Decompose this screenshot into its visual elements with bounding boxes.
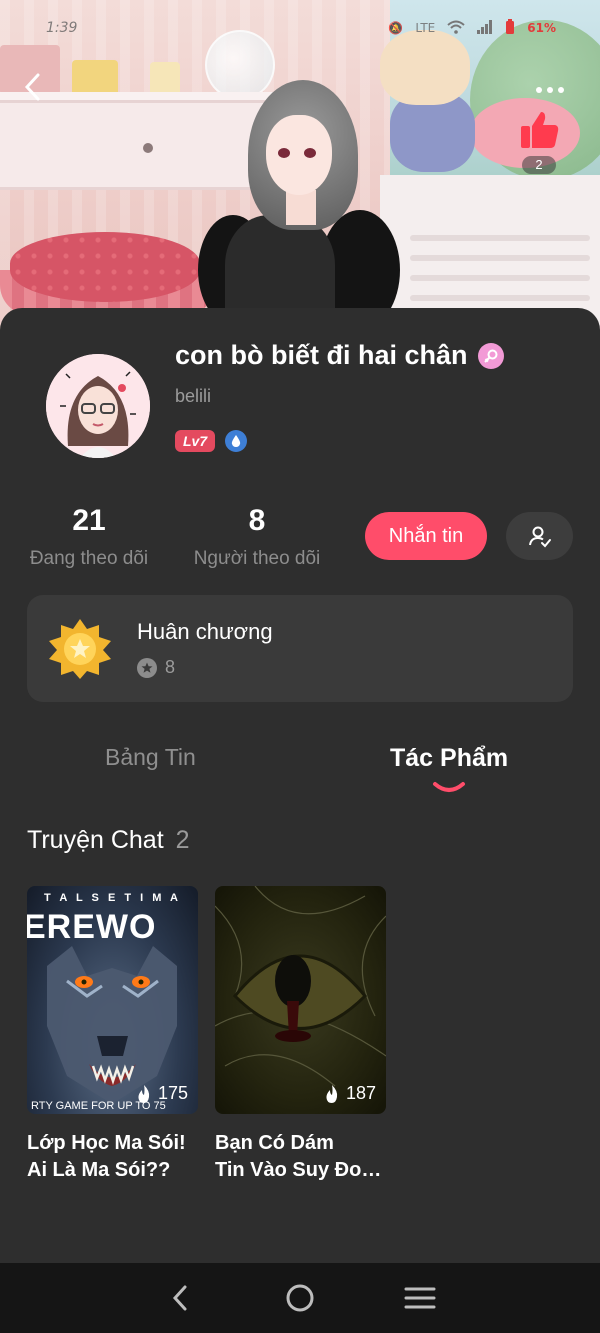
story-cover-image: T A L S E T I M A EREWO RTY GAME FOR UP … (27, 886, 198, 1114)
followers-count: 8 (248, 504, 266, 537)
section-title: Truyện Chat 2 (27, 826, 190, 855)
character-neck (286, 190, 316, 225)
system-navigation-bar (0, 1263, 600, 1333)
profile-name-text: con bò biết đi hai chân (175, 340, 468, 370)
chevron-left-icon (24, 73, 40, 101)
medal-count-row: 8 (137, 657, 175, 678)
section-title-text: Truyện Chat (27, 826, 164, 854)
system-home-button[interactable] (275, 1273, 325, 1323)
water-drop-badge-icon[interactable] (225, 430, 248, 452)
network-type: LTE (415, 21, 436, 35)
character-eye-left (278, 148, 290, 158)
more-dot-icon (536, 87, 542, 93)
medal-title: Huân chương (137, 619, 273, 644)
character-eye-right (304, 148, 316, 158)
eye-illustration (215, 886, 386, 1087)
status-icons: 🔕 LTE 61% (388, 14, 556, 42)
profile-name: con bò biết đi hai chân (175, 340, 504, 371)
user-check-icon (528, 526, 551, 548)
back-button[interactable] (22, 72, 58, 112)
following-count: 21 (72, 504, 106, 537)
thumbs-up-icon (521, 112, 559, 148)
story-title-line1: Lớp Học Ma Sói! (27, 1132, 186, 1154)
message-button[interactable]: Nhắn tin (365, 512, 487, 560)
medal-card[interactable]: Huân chương 8 (27, 595, 573, 702)
tab-works[interactable]: Tác Phẩm (390, 744, 508, 773)
fire-icon (138, 1084, 150, 1103)
like-count: 2 (522, 156, 556, 174)
avatar-portrait (46, 354, 150, 458)
story-title-line1: Bạn Có Dám (215, 1132, 334, 1154)
profile-cover-image: 1:39 🔕 LTE 61% 2 (0, 0, 600, 340)
profile-handle: belili (175, 386, 212, 406)
dresser (0, 100, 270, 190)
star-icon (137, 657, 157, 678)
wolf-illustration (47, 946, 177, 1104)
view-count: 175 (136, 1083, 188, 1104)
signal-icon (477, 19, 493, 37)
female-gender-icon (477, 342, 504, 369)
follow-button[interactable] (506, 512, 573, 560)
home-circle-icon (286, 1284, 314, 1312)
story-title: Bạn Có Dám Tin Vào Suy Đo… (215, 1130, 390, 1184)
story-title: Lớp Học Ma Sói! Ai Là Ma Sói?? (27, 1130, 202, 1184)
back-arrow-icon (172, 1285, 187, 1311)
level-badge[interactable]: Lv7 (175, 430, 216, 452)
story-title-line2: Tin Vào Suy Đo… (215, 1159, 382, 1181)
avatar[interactable] (46, 354, 150, 458)
status-time: 1:39 (46, 20, 78, 36)
view-count-value: 175 (157, 1083, 188, 1103)
system-back-button[interactable] (155, 1273, 205, 1323)
menu-lines-icon (404, 1287, 436, 1309)
view-count-value: 187 (345, 1083, 376, 1103)
mute-icon: 🔕 (388, 21, 404, 35)
story-card[interactable]: T A L S E T I M A EREWO RTY GAME FOR UP … (27, 886, 198, 1184)
fire-icon (326, 1084, 338, 1103)
glass-vase (205, 30, 275, 100)
more-options-button[interactable] (530, 78, 570, 102)
pink-stool (10, 232, 200, 302)
battery-level: 61% (527, 21, 556, 35)
view-count: 187 (324, 1083, 376, 1104)
tab-news-feed[interactable]: Bảng Tin (105, 744, 196, 771)
system-recents-button[interactable] (395, 1273, 445, 1323)
following-stat[interactable]: 21 Đang theo dõi (27, 504, 151, 570)
story-card[interactable]: 187 Bạn Có Dám Tin Vào Suy Đo… (215, 886, 386, 1184)
profile-badges: Lv7 (175, 430, 248, 452)
character-face (266, 115, 332, 195)
followers-label: Người theo dõi (193, 548, 321, 569)
following-label: Đang theo dõi (29, 548, 149, 569)
cat-plush (380, 30, 480, 172)
section-count: 2 (175, 826, 190, 854)
followers-stat[interactable]: 8 Người theo dõi (191, 504, 323, 570)
battery-icon (505, 18, 515, 38)
like-button[interactable]: 2 (512, 108, 566, 182)
profile-sheet: con bò biết đi hai chân belili Lv7 21 Đa… (0, 308, 600, 1263)
story-title-line2: Ai Là Ma Sói?? (27, 1159, 171, 1181)
medal-icon (49, 619, 111, 679)
wifi-icon (447, 20, 465, 37)
active-tab-indicator (433, 782, 465, 792)
medal-count: 8 (165, 657, 176, 677)
story-cover-image: 187 (215, 886, 386, 1114)
